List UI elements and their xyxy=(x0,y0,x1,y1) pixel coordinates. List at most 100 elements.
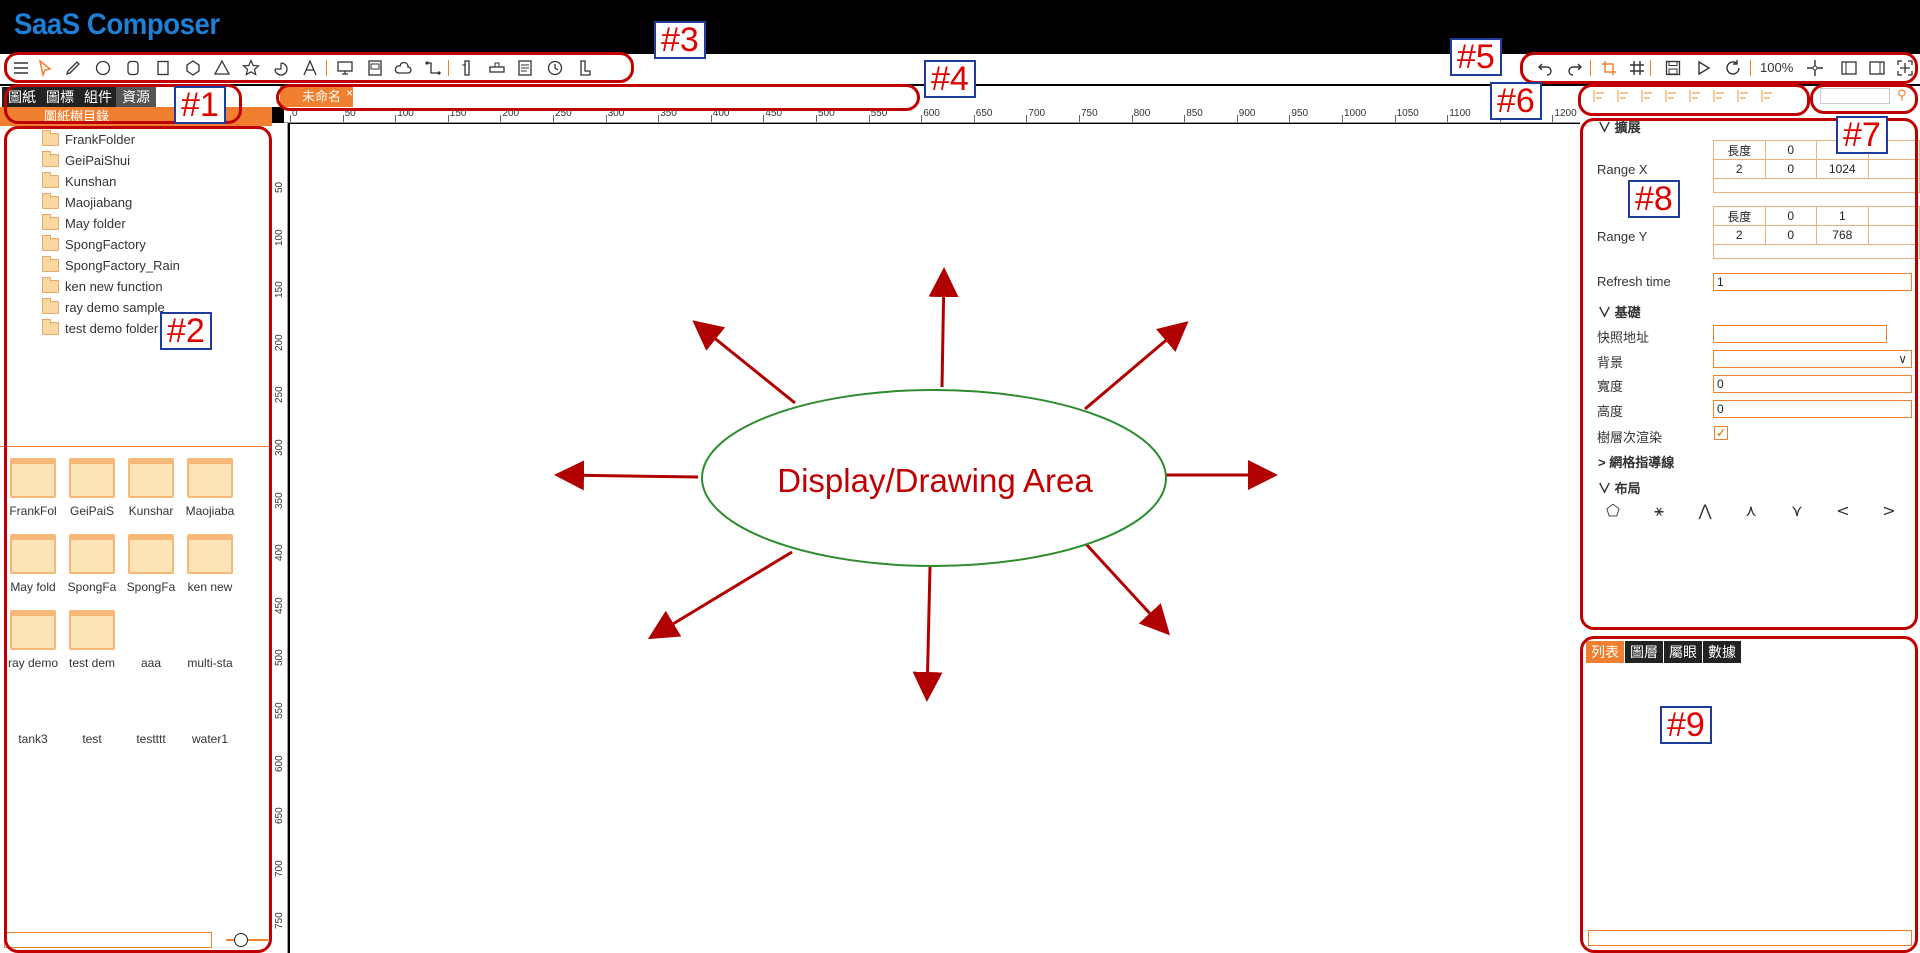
width-input[interactable]: 0 xyxy=(1713,375,1912,393)
layout-branch-up-icon[interactable]: ⋏ xyxy=(1742,501,1760,520)
save-icon[interactable] xyxy=(1662,57,1684,79)
grid-thumbnail-item[interactable]: SpongFa xyxy=(63,534,121,604)
range-cell[interactable]: 1024 xyxy=(1815,159,1869,179)
crop-icon[interactable] xyxy=(1598,57,1620,79)
layout-branch-down-icon[interactable]: ⋎ xyxy=(1788,501,1806,520)
pen-icon[interactable] xyxy=(62,57,84,79)
align-top-icon[interactable] xyxy=(1688,89,1702,103)
height-input[interactable]: 0 xyxy=(1713,400,1912,418)
tree-folder-item[interactable]: ken new function xyxy=(42,276,163,296)
play-icon[interactable] xyxy=(1692,57,1714,79)
range-cell-empty[interactable] xyxy=(1867,159,1920,179)
tab-untitled[interactable]: 未命名 xyxy=(280,86,354,107)
align-bottom-icon[interactable] xyxy=(1712,89,1726,103)
select-arrow-icon[interactable] xyxy=(34,57,56,79)
pipe-elbow-icon[interactable] xyxy=(574,57,596,79)
tree-folder-item[interactable]: Kunshan xyxy=(42,171,116,191)
tree-folder-item[interactable]: ray demo sample xyxy=(42,297,165,317)
range-cell-empty[interactable] xyxy=(1867,225,1920,245)
grid-thumbnail-item[interactable]: May fold xyxy=(4,534,62,604)
tree-folder-item[interactable]: test demo folder xyxy=(42,318,158,338)
layout-tree-up-icon[interactable]: ⋀ xyxy=(1696,501,1714,520)
grid-thumbnail-item[interactable]: Kunshar xyxy=(122,458,180,528)
clock-icon[interactable] xyxy=(544,57,566,79)
section-grid-toggle[interactable]: > 網格指導線 xyxy=(1598,452,1674,471)
tree-folder-item[interactable]: GeiPaiShui xyxy=(42,150,130,170)
cloud-icon[interactable] xyxy=(392,57,414,79)
tab-drawings[interactable]: 圖紙 xyxy=(2,87,42,107)
tab-resources[interactable]: 資源 xyxy=(116,87,156,107)
distribute-h-icon[interactable] xyxy=(1736,89,1750,103)
refresh-icon[interactable] xyxy=(1722,57,1744,79)
grid-thumbnail-item[interactable]: testttt xyxy=(122,686,180,756)
drawing-canvas[interactable]: Display/Drawing Area xyxy=(290,124,1580,953)
section-extend-toggle[interactable]: ∨ 擴展 xyxy=(1598,117,1641,136)
tab-list[interactable]: 列表 xyxy=(1586,641,1624,663)
tree-folder-item[interactable]: FrankFolder xyxy=(42,129,135,149)
range-cell[interactable]: 2 xyxy=(1713,159,1766,179)
range-cell[interactable]: 1 xyxy=(1815,206,1869,226)
layout-left-icon[interactable]: < xyxy=(1834,501,1852,520)
menu-icon[interactable] xyxy=(10,57,32,79)
range-cell[interactable]: 2 xyxy=(1713,225,1766,245)
tab-layers[interactable]: 圖層 xyxy=(1625,641,1663,663)
screen-icon[interactable] xyxy=(364,57,386,79)
grid-thumbnail-item[interactable]: aaa xyxy=(122,610,180,680)
layer-render-checkbox[interactable]: ✓ xyxy=(1714,426,1728,440)
arc-icon[interactable] xyxy=(270,57,292,79)
slider-handle[interactable] xyxy=(234,933,248,947)
tab-properties[interactable]: 屬眼 xyxy=(1664,641,1702,663)
snapshot-url-input[interactable] xyxy=(1713,325,1887,343)
tab-data[interactable]: 數據 xyxy=(1703,641,1741,663)
undo-icon[interactable] xyxy=(1534,57,1556,79)
layout-right-icon[interactable]: > xyxy=(1880,501,1898,520)
refresh-time-input[interactable]: 1 xyxy=(1713,273,1912,291)
rounded-rect-icon[interactable] xyxy=(122,57,144,79)
hexagon-icon[interactable] xyxy=(182,57,204,79)
star-icon[interactable] xyxy=(240,57,262,79)
document-icon[interactable] xyxy=(514,57,536,79)
distribute-v-icon[interactable] xyxy=(1760,89,1774,103)
range-cell[interactable]: 0 xyxy=(1764,140,1817,160)
layout-star-icon[interactable]: ⚹ xyxy=(1650,501,1668,520)
range-cell-empty[interactable] xyxy=(1867,206,1920,226)
grid-thumbnail-item[interactable]: test xyxy=(63,686,121,756)
tab-icons[interactable]: 圖標 xyxy=(40,87,80,107)
fullscreen-icon[interactable] xyxy=(1894,57,1916,79)
panel-left-icon[interactable] xyxy=(1838,57,1860,79)
tree-folder-item[interactable]: SpongFactory xyxy=(42,234,146,254)
range-cell[interactable]: 長度 xyxy=(1713,206,1766,226)
layout-pentagon-icon[interactable]: ⬠ xyxy=(1604,501,1622,520)
range-cell[interactable]: 0 xyxy=(1764,206,1817,226)
monitor-icon[interactable] xyxy=(334,57,356,79)
text-icon[interactable] xyxy=(299,57,321,79)
tab-components[interactable]: 組件 xyxy=(78,87,118,107)
close-tab-icon[interactable]: × xyxy=(346,86,353,100)
redo-icon[interactable] xyxy=(1564,57,1586,79)
range-cell[interactable]: 0 xyxy=(1764,225,1817,245)
circle-icon[interactable] xyxy=(92,57,114,79)
grid-thumbnail-item[interactable]: FrankFol xyxy=(4,458,62,528)
pin-icon[interactable]: ⚲ xyxy=(1897,88,1907,103)
list-filter-input[interactable] xyxy=(1588,930,1912,946)
pipe-horizontal-icon[interactable] xyxy=(486,57,508,79)
triangle-icon[interactable] xyxy=(211,57,233,79)
tree-folder-item[interactable]: Maojiabang xyxy=(42,192,132,212)
zoom-level[interactable]: 100% xyxy=(1760,60,1793,75)
grid-thumbnail-item[interactable]: GeiPaiS xyxy=(63,458,121,528)
grid-icon[interactable] xyxy=(1626,57,1648,79)
grid-thumbnail-item[interactable]: multi-sta xyxy=(181,610,239,680)
align-middle-icon[interactable] xyxy=(1664,89,1678,103)
section-layout-toggle[interactable]: ∨ 布局 xyxy=(1598,478,1641,497)
connector-icon[interactable] xyxy=(422,57,444,79)
align-center-h-icon[interactable] xyxy=(1616,89,1630,103)
property-search-input[interactable] xyxy=(1820,88,1890,104)
range-cell[interactable]: 0 xyxy=(1764,159,1817,179)
filter-input[interactable] xyxy=(4,932,212,948)
grid-thumbnail-item[interactable]: SpongFa xyxy=(122,534,180,604)
grid-thumbnail-item[interactable]: ray demo xyxy=(4,610,62,680)
grid-thumbnail-item[interactable]: water1 xyxy=(181,686,239,756)
tree-folder-item[interactable]: May folder xyxy=(42,213,126,233)
pipe-vertical-icon[interactable] xyxy=(456,57,478,79)
grid-thumbnail-item[interactable]: test dem xyxy=(63,610,121,680)
